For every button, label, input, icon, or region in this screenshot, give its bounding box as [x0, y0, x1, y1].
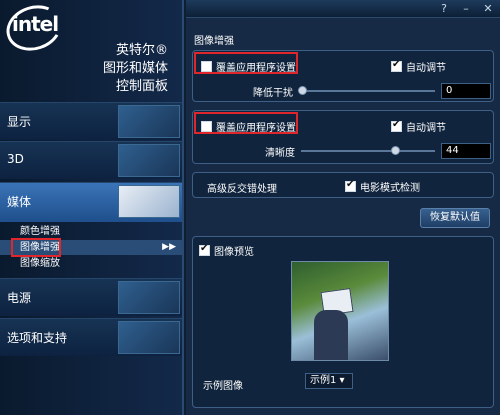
- noise-value-field[interactable]: 0: [441, 83, 491, 99]
- preview-person: [314, 310, 348, 360]
- gears-icon: [118, 321, 180, 354]
- sharpness-slider-row: 清晰度 44: [193, 143, 495, 159]
- sidebar-item-label: 电源: [7, 291, 32, 305]
- sharpness-auto-checkbox[interactable]: [391, 119, 402, 132]
- film-mode-checkbox[interactable]: [345, 179, 356, 192]
- product-title: 英特尔® 图形和媒体 控制面板: [103, 42, 168, 96]
- title-bar: ? – ✕: [186, 0, 500, 18]
- sidebar-item-label: 媒体: [7, 195, 32, 209]
- noise-slider-handle[interactable]: [298, 86, 307, 95]
- preview-panel: 图像预览 示例图像 示例1 ▾: [192, 236, 494, 408]
- highlight-box: [194, 112, 298, 134]
- section-title: 图像增强: [194, 36, 234, 47]
- highlight-box: [11, 238, 61, 257]
- sample-image-label: 示例图像: [203, 381, 243, 392]
- sharpness-value-field[interactable]: 44: [441, 143, 491, 159]
- window-controls: ? – ✕: [436, 2, 496, 16]
- sharpness-slider-track[interactable]: [301, 146, 435, 155]
- double-arrow-right-icon: ▶▶: [162, 242, 176, 252]
- sidebar-item-label: 选项和支持: [7, 331, 68, 345]
- noise-slider-row: 降低干扰 0: [193, 83, 495, 99]
- preview-label: 图像预览: [214, 247, 254, 258]
- preview-checkbox[interactable]: [199, 243, 210, 256]
- minimize-icon[interactable]: –: [458, 2, 474, 16]
- sharpness-auto-option: 自动调节: [391, 119, 446, 134]
- sidebar-item-media[interactable]: 媒体: [0, 182, 182, 222]
- intel-logo-text: intel: [12, 12, 59, 36]
- product-title-line2: 图形和媒体: [102, 61, 168, 76]
- close-icon[interactable]: ✕: [480, 2, 496, 16]
- sidebar-item-3d[interactable]: 3D: [0, 141, 182, 179]
- sharpness-slider-label: 清晰度: [265, 148, 295, 159]
- restore-defaults-button[interactable]: 恢复默认值: [420, 208, 490, 228]
- restore-defaults-row: 恢复默认值: [192, 206, 494, 230]
- noise-slider-track[interactable]: [298, 86, 435, 95]
- sample-image-select[interactable]: 示例1 ▾: [305, 373, 353, 389]
- power-plug-icon: [118, 281, 180, 314]
- noise-slider-label: 降低干扰: [253, 88, 293, 99]
- deinterlace-label: 高级反交错处理: [207, 184, 277, 195]
- sidebar-item-label: 3D: [7, 152, 24, 166]
- help-icon[interactable]: ?: [436, 2, 452, 16]
- film-mode-option: 电影模式检测: [345, 179, 420, 194]
- main-content: 图像增强 覆盖应用程序设置 自动调节 降低干扰 0 覆盖应用程序设置 自动调节: [186, 18, 500, 415]
- 3d-shapes-icon: [118, 144, 180, 177]
- film-mode-label: 电影模式检测: [360, 183, 420, 194]
- sharpness-slider-handle[interactable]: [391, 146, 400, 155]
- noise-auto-checkbox[interactable]: [391, 59, 402, 72]
- highlight-box: [194, 52, 298, 74]
- deinterlace-panel: 高级反交错处理 电影模式检测: [192, 172, 494, 198]
- product-title-line3: 控制面板: [115, 79, 168, 94]
- noise-auto-option: 自动调节: [391, 59, 446, 74]
- sidebar-item-options-support[interactable]: 选项和支持: [0, 318, 182, 356]
- sharpness-auto-label: 自动调节: [406, 123, 446, 134]
- sidebar: intel 英特尔® 图形和媒体 控制面板 显示 3D 媒体 颜色增强 图像增强…: [0, 0, 184, 415]
- sidebar-item-label: 显示: [7, 115, 32, 129]
- preview-option: 图像预览: [199, 243, 254, 258]
- sidebar-item-display[interactable]: 显示: [0, 102, 182, 140]
- camcorder-icon: [118, 185, 180, 218]
- preview-image: [291, 261, 389, 361]
- sidebar-item-power[interactable]: 电源: [0, 278, 182, 316]
- noise-auto-label: 自动调节: [406, 63, 446, 74]
- monitor-icon: [118, 105, 180, 138]
- sidebar-subitem-image-scaling[interactable]: 图像缩放: [0, 256, 182, 271]
- sidebar-subitem-color-enhancement[interactable]: 颜色增强: [0, 224, 182, 239]
- product-title-line1: 英特尔®: [115, 43, 168, 58]
